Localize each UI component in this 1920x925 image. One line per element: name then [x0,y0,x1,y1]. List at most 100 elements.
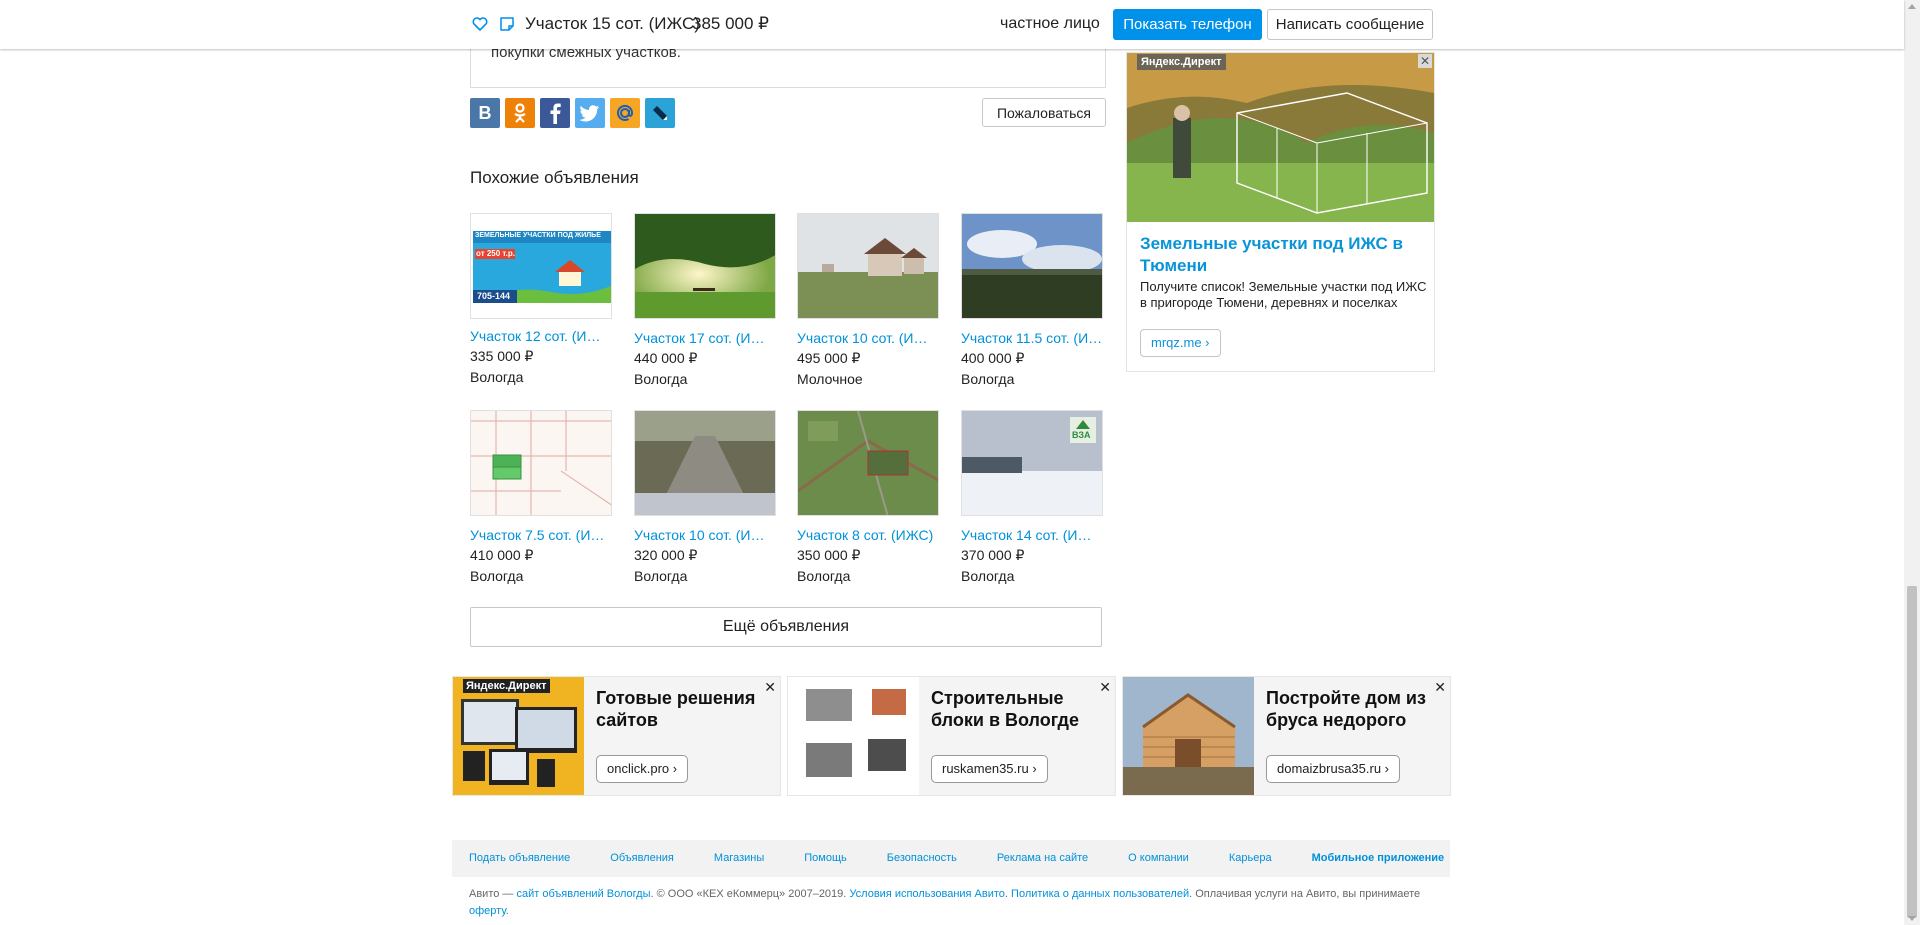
banner-title: ЗЕМЕЛЬНЫЕ УЧАСТКИ ПОД ЖИЛЬЕ [475,232,601,239]
listing-thumbnail[interactable] [470,410,612,516]
sticky-header: Участок 15 сот. (ИЖС) 385 000 ₽ частное … [0,0,1904,49]
odnoklassniki-icon [514,103,526,123]
mail-share-button[interactable] [610,98,640,128]
cadastral-map-image [471,411,611,515]
listing-title-link[interactable]: Участок 8 сот. (ИЖС) [797,527,939,543]
footer-link-mobile-app[interactable]: Мобильное приложение [1312,852,1445,864]
footer-link-advertising[interactable]: Реклама на сайте [997,852,1088,864]
close-icon[interactable]: ✕ [1434,679,1446,696]
footer-link-post-ad[interactable]: Подать объявление [469,852,570,864]
listing-city: Вологда [797,568,851,584]
footer-link-career[interactable]: Карьера [1229,852,1272,864]
listing-title-link[interactable]: Участок 17 сот. (ИЖС) [634,330,776,346]
listing-price: 370 000 ₽ [961,547,1025,563]
listing-city: Молочное [797,371,863,387]
sidebar-ad-image[interactable]: Яндекс.Директ ✕ [1127,53,1434,222]
listing-card[interactable]: Участок 11.5 сот. (ИЖС) 400 000 ₽ Вологд… [961,213,1103,387]
listing-city: Вологда [470,568,524,584]
more-listings-button[interactable]: Ещё объявления [470,607,1102,647]
listing-thumbnail[interactable] [797,213,939,319]
bottom-ad-title[interactable]: Строительные блоки в Вологде [931,687,1111,731]
yandex-direct-label: Яндекс.Директ [1137,54,1226,70]
heart-icon[interactable] [471,15,489,33]
scrollbar-thumb[interactable] [1907,586,1917,918]
bottom-ad[interactable]: Постройте дом из бруса недорого domaizbr… [1122,676,1451,796]
sidebar-ad-text: Получите список! Земельные участки под И… [1140,279,1427,310]
bottom-ad-title[interactable]: Постройте дом из бруса недорого [1266,687,1446,731]
bottom-ad[interactable]: Яндекс.Директ Готовые решения сайтов onc… [452,676,781,796]
copyright-link-privacy[interactable]: Политика о данных пользователей [1011,888,1189,900]
listing-card[interactable]: Участок 8 сот. (ИЖС) 350 000 ₽ Вологда [797,410,939,584]
livejournal-share-button[interactable] [645,98,675,128]
write-message-button[interactable]: Написать сообщение [1267,9,1433,40]
footer-link-shops[interactable]: Магазины [714,852,764,864]
banner-subtitle: от 250 т.р. [476,249,515,258]
bottom-ad-image[interactable] [1123,677,1254,795]
listing-title-link[interactable]: Участок 10 сот. (ИЖС) [797,330,939,346]
ok-share-button[interactable] [505,98,535,128]
footer-link-safety[interactable]: Безопасность [887,852,957,864]
footer-link-help[interactable]: Помощь [804,852,847,864]
listing-thumbnail[interactable] [634,410,776,516]
footer-link-ads[interactable]: Объявления [610,852,674,864]
listing-city: Вологда [634,371,688,387]
page-scrollbar[interactable] [1904,0,1920,925]
bottom-ad-link-button[interactable]: onclick.pro › [596,755,689,783]
listing-price: 320 000 ₽ [634,547,698,563]
bottom-ad-image[interactable] [788,677,919,795]
listing-price: 335 000 ₽ [470,348,534,364]
listing-price: 440 000 ₽ [634,350,698,366]
bottom-ad-title[interactable]: Готовые решения сайтов [596,687,776,731]
close-icon[interactable]: ✕ [1418,54,1432,68]
listing-price: 410 000 ₽ [470,547,534,563]
copyright-link-offer[interactable]: оферту [469,905,506,917]
close-icon[interactable]: ✕ [1099,679,1111,696]
listing-card[interactable]: ЗЕМЕЛЬНЫЕ УЧАСТКИ ПОД ЖИЛЬЕ от 250 т.р. … [470,213,612,385]
vk-share-button[interactable]: В [470,98,500,128]
seller-type: частное лицо [1000,15,1100,32]
listing-card[interactable]: Участок 17 сот. (ИЖС) 440 000 ₽ Вологда [634,213,776,387]
listing-city: Вологда [961,568,1015,584]
footer-link-about[interactable]: О компании [1128,852,1189,864]
scroll-up-arrow-icon[interactable] [1908,4,1916,9]
bottom-ad-image[interactable]: Яндекс.Директ [453,677,584,795]
header-title: Участок 15 сот. (ИЖС) [525,14,700,33]
bottom-ad-link-button[interactable]: ruskamen35.ru › [931,755,1048,783]
listing-title-link[interactable]: Участок 7.5 сот. (ИЖС) [470,527,612,543]
bottom-ad-link-button[interactable]: domaizbrusa35.ru › [1266,755,1400,783]
listing-thumbnail[interactable] [797,410,939,516]
listing-card[interactable]: Участок 10 сот. (ИЖС) 495 000 ₽ Молочное [797,213,939,387]
devices-image [453,677,584,795]
listing-price: 400 000 ₽ [961,350,1025,366]
listing-title-link[interactable]: Участок 11.5 сот. (ИЖС) [961,330,1103,346]
copyright-link-site[interactable]: сайт объявлений Вологды [516,888,650,900]
complain-button[interactable]: Пожаловаться [982,98,1106,127]
sidebar-ad[interactable]: Яндекс.Директ ✕ Земельные участки под ИЖ… [1126,52,1435,372]
facebook-share-button[interactable] [540,98,570,128]
note-icon[interactable] [498,15,516,33]
show-phone-button[interactable]: Показать телефон [1113,9,1262,40]
listing-card[interactable]: Участок 10 сот. (ИЖС) 320 000 ₽ Вологда [634,410,776,584]
listing-title-link[interactable]: Участок 14 сот. (ИЖС) [961,527,1103,543]
copyright-link-terms[interactable]: Условия использования Авито [849,888,1005,900]
listing-title-link[interactable]: Участок 10 сот. (ИЖС) [634,527,776,543]
sidebar-ad-title[interactable]: Земельные участки под ИЖС в Тюмени [1140,233,1425,277]
listing-title-link[interactable]: Участок 12 сот. (ИЖС) [470,328,612,344]
scroll-down-arrow-icon[interactable] [1908,916,1916,921]
listing-card[interactable]: Участок 7.5 сот. (ИЖС) 410 000 ₽ Вологда [470,410,612,584]
bottom-ad[interactable]: Строительные блоки в Вологде ruskamen35.… [787,676,1116,796]
timber-house-image [1123,677,1254,795]
copyright-text: . © ООО «КЕХ еКоммерц» 2007–2019. [650,888,850,900]
listing-thumbnail[interactable]: ЗЕМЕЛЬНЫЕ УЧАСТКИ ПОД ЖИЛЬЕ от 250 т.р. … [470,213,612,319]
twitter-share-button[interactable] [575,98,605,128]
listing-thumbnail[interactable] [634,213,776,319]
listing-thumbnail[interactable]: ВЗА [961,410,1103,516]
sidebar-ad-link-button[interactable]: mrqz.me › [1140,329,1221,357]
similar-listings-title: Похожие объявления [470,168,639,187]
yandex-direct-label: Яндекс.Директ [463,679,550,693]
close-icon[interactable]: ✕ [764,679,776,696]
listing-thumbnail[interactable] [961,213,1103,319]
listing-card[interactable]: ВЗА Участок 14 сот. (ИЖС) 370 000 ₽ Воло… [961,410,1103,584]
cloudy-field-image [962,214,1102,318]
logo-text: ВЗА [1072,430,1091,440]
